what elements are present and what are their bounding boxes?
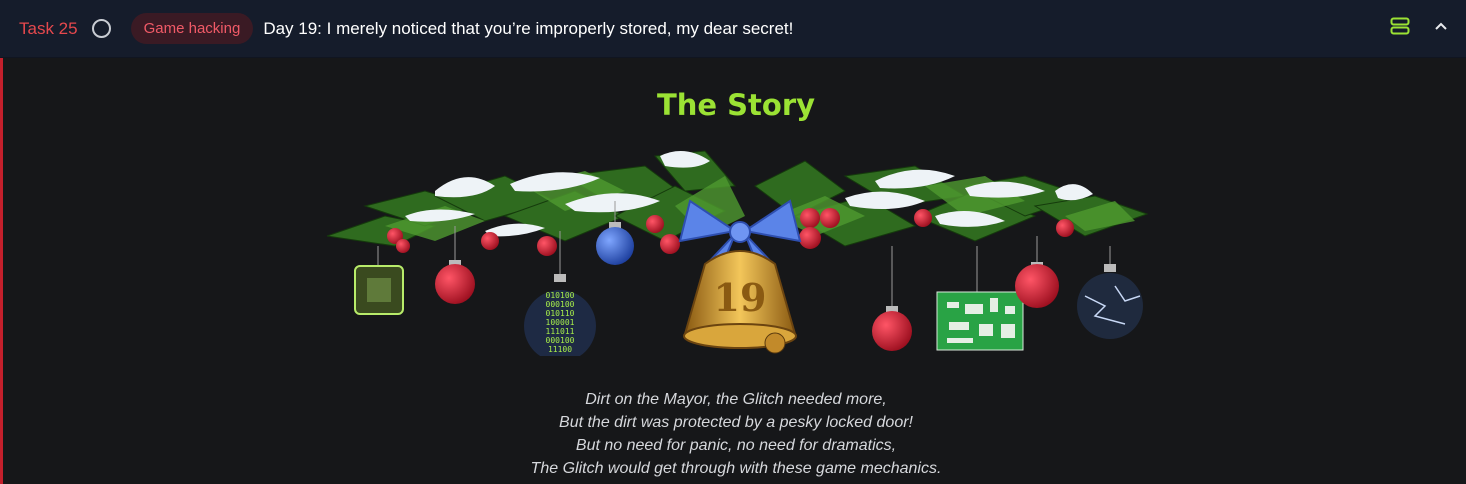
status-circle-icon[interactable] <box>91 19 111 38</box>
story-poem: Dirt on the Mayor, the Glitch needed mor… <box>3 388 1466 480</box>
story-heading: The Story <box>656 88 816 122</box>
task-content: The Story 010100 000100 010110 100001 11… <box>0 58 1466 484</box>
task-header[interactable]: Task 25 Game hacking Day 19: I merely no… <box>0 0 1466 58</box>
category-badge: Game hacking <box>130 13 254 44</box>
chevron-up-icon[interactable] <box>1434 21 1448 31</box>
christmas-garland-illustration: 010100 000100 010110 100001 111011 00010… <box>326 150 1149 356</box>
binary-row: 010110 <box>546 309 575 318</box>
task-title: Day 19: I merely noticed that you’re imp… <box>263 18 794 38</box>
task-number: Task 25 <box>19 18 78 38</box>
binary-row: 010100 <box>546 291 575 300</box>
binary-row: 000100 <box>546 300 575 309</box>
poem-line: But the dirt was protected by a pesky lo… <box>559 414 913 431</box>
bell-number: 19 <box>714 275 767 320</box>
binary-row: 11100 <box>548 345 572 354</box>
binary-row: 000100 <box>546 336 575 345</box>
poem-line: But no need for panic, no need for drama… <box>575 437 897 454</box>
binary-row: 111011 <box>546 327 575 336</box>
poem-line: Dirt on the Mayor, the Glitch needed mor… <box>585 391 887 408</box>
binary-row: 100001 <box>546 318 575 327</box>
server-icon[interactable] <box>1390 17 1410 35</box>
poem-line: The Glitch would get through with these … <box>530 460 942 477</box>
